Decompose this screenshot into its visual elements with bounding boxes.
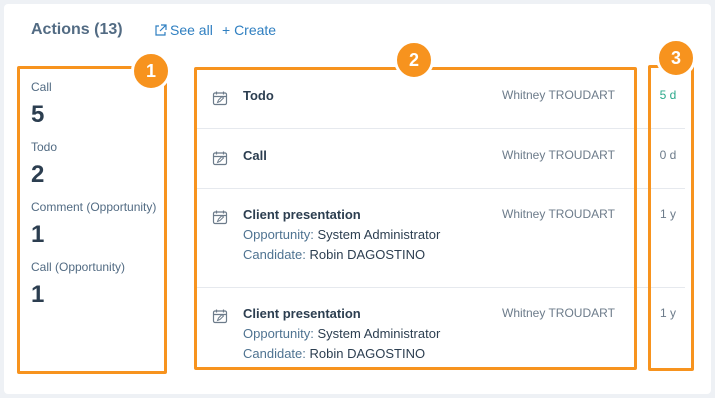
card-title: Actions (13) xyxy=(31,21,123,38)
see-all-label: See all xyxy=(170,22,213,38)
highlight-box-1 xyxy=(17,66,167,374)
card-header: Actions (13) xyxy=(31,20,123,40)
create-label: + Create xyxy=(222,22,277,38)
highlight-box-2 xyxy=(194,67,637,370)
callout-badge-3: 3 xyxy=(656,38,696,78)
create-link[interactable]: + Create xyxy=(222,22,276,38)
external-link-icon xyxy=(155,23,167,36)
callout-badge-2: 2 xyxy=(394,40,434,80)
highlight-box-3 xyxy=(648,65,694,371)
see-all-link[interactable]: See all xyxy=(154,22,213,38)
callout-badge-1: 1 xyxy=(131,51,171,91)
